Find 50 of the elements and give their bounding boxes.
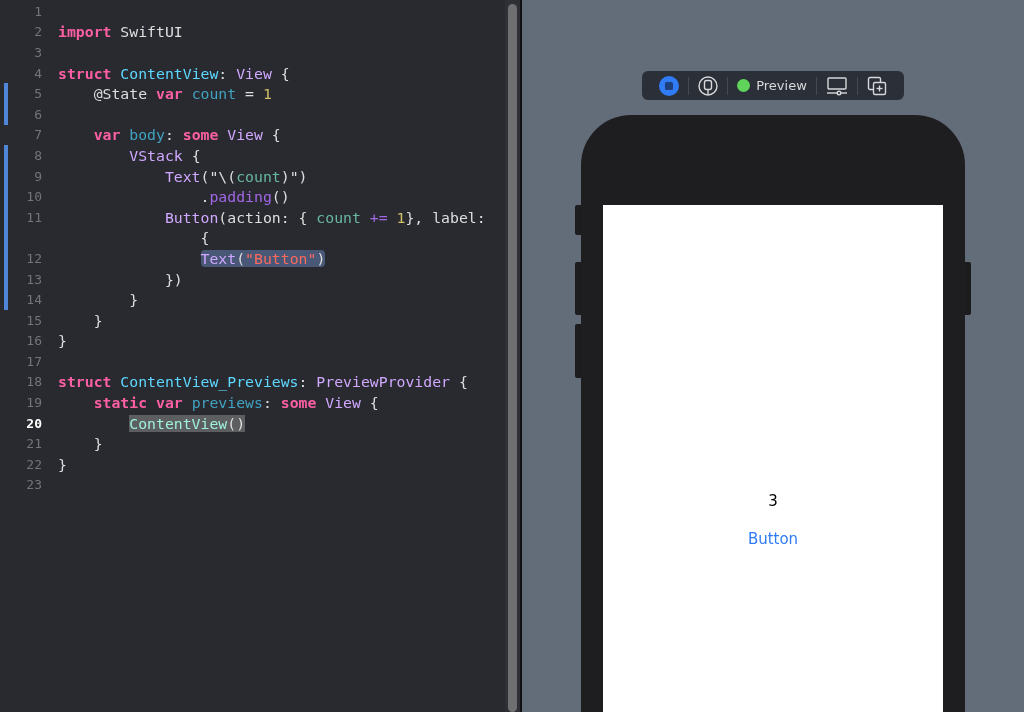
line-number: 11	[25, 209, 42, 225]
line-number: 22	[25, 456, 42, 472]
code-line: }	[93, 435, 103, 453]
line-number: 3	[33, 45, 42, 60]
line-number: 5	[33, 86, 42, 102]
stop-icon	[659, 75, 680, 96]
code-line: {	[200, 229, 210, 247]
preview-status-button[interactable]: Preview	[728, 71, 816, 100]
monitor-icon	[825, 75, 848, 96]
line-number: 19	[25, 395, 42, 411]
line-number: 21	[25, 436, 42, 452]
line-number: 2	[33, 24, 42, 40]
line-number: 17	[25, 353, 42, 369]
code-line: VStack {	[129, 146, 201, 164]
code-line: }	[58, 332, 67, 350]
line-number: 1	[33, 3, 42, 19]
line-number: 15	[25, 312, 42, 328]
count-text: 3	[768, 492, 778, 510]
code-line: }	[58, 455, 67, 473]
line-number: 4	[33, 65, 42, 81]
line-number: 7	[33, 127, 42, 143]
code-line: }	[93, 311, 103, 329]
code-line: Text("\(count)")	[164, 167, 308, 185]
device-icon	[698, 75, 719, 96]
line-number: 9	[33, 168, 42, 184]
line-number: 6	[33, 106, 42, 122]
line-number: 20	[25, 415, 42, 431]
code-line: struct ContentView: View {	[58, 64, 290, 82]
line-number: 23	[25, 477, 42, 493]
scrollbar-thumb[interactable]	[508, 4, 517, 712]
code-line: }	[129, 291, 139, 309]
code-line: })	[164, 270, 183, 288]
line-number: 14	[25, 292, 42, 308]
code-line: import SwiftUI	[58, 23, 183, 41]
line-number: 13	[25, 271, 42, 287]
line-number: 8	[33, 147, 42, 163]
line-number: 16	[25, 333, 42, 349]
code-line: struct ContentView_Previews: PreviewProvider {	[58, 373, 468, 391]
code-line: .padding()	[200, 188, 290, 206]
status-dot	[737, 79, 751, 92]
line-number: 12	[25, 250, 42, 266]
code-line: var body: some View {	[93, 126, 281, 144]
line-number: 10	[25, 189, 42, 205]
line-number: 18	[25, 374, 42, 390]
code-line: Button(action: { count += 1}, label:	[164, 208, 486, 226]
duplicate-icon	[866, 75, 887, 96]
code-line: @State var count = 1	[93, 85, 272, 103]
code-line: static var previews: some View {	[93, 394, 379, 412]
scrollbar[interactable]	[505, 0, 522, 712]
text-button[interactable]: Button	[747, 530, 799, 548]
